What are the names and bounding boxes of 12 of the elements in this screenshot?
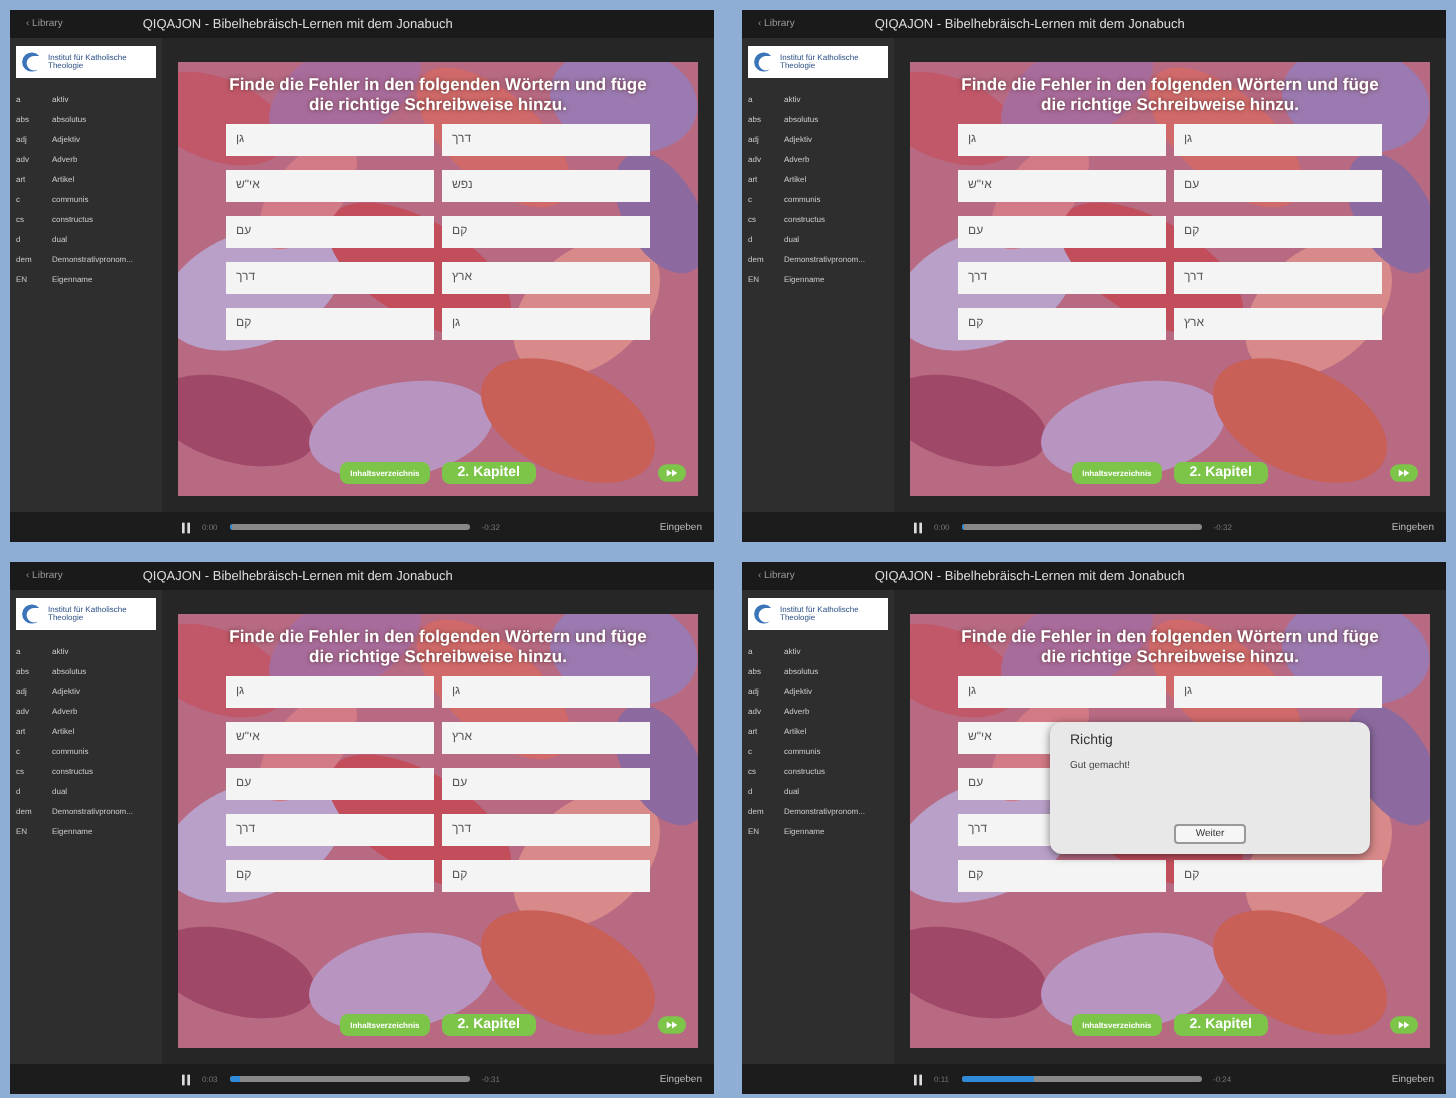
pause-icon[interactable] bbox=[914, 1073, 922, 1085]
exercise-heading: Finde die Fehler in den folgenden Wörtern und füge die richtige Schreibweise hinzu. bbox=[959, 626, 1381, 667]
pause-icon[interactable] bbox=[914, 521, 922, 533]
swirl-icon bbox=[752, 50, 776, 74]
pause-icon[interactable] bbox=[182, 1073, 190, 1085]
swirl-icon bbox=[20, 602, 44, 626]
exercise-heading: Finde die Fehler in den folgenden Wörtern und füge die richtige Schreibweise hinzu. bbox=[227, 74, 649, 115]
exercise-heading: Finde die Fehler in den folgenden Wörtern und füge die richtige Schreibweise hinzu. bbox=[227, 626, 649, 667]
pause-icon[interactable] bbox=[182, 521, 190, 533]
swirl-icon bbox=[20, 50, 44, 74]
swirl-icon bbox=[752, 602, 776, 626]
exercise-heading: Finde die Fehler in den folgenden Wörtern und füge die richtige Schreibweise hinzu. bbox=[959, 74, 1381, 115]
